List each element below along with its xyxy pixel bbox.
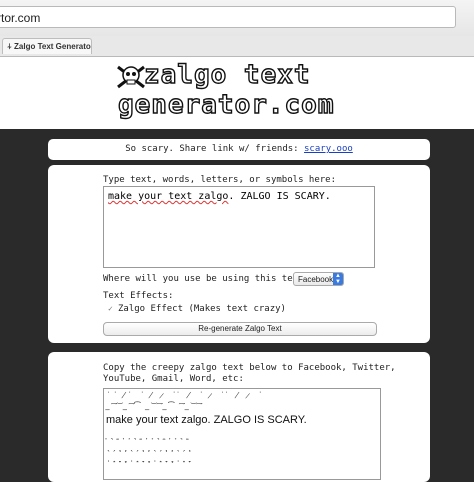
tab-zalgo-generator[interactable]: ⍭ Zalgo Text Generator bbox=[2, 38, 92, 54]
chevron-updown-icon: ▲ ▼ bbox=[333, 273, 343, 285]
zalgo-noise-bot1: ͙ ͉ ͚ ͎ ͙ ͉ ͚ ͎ ͙ ͉ ͚ ͎ ͙ ͉ ͚ bbox=[106, 431, 189, 440]
skull-crossbones-icon bbox=[117, 65, 145, 89]
share-text: So scary. Share link w/ friends: bbox=[125, 144, 305, 154]
zalgo-effect-checkbox[interactable]: ✓ bbox=[108, 304, 116, 313]
output-panel: Copy the creepy zalgo text below to Face… bbox=[48, 352, 430, 482]
input-value-rest: . ZALGO IS SCARY. bbox=[228, 191, 331, 202]
regenerate-button[interactable]: Re-generate Zalgo Text bbox=[103, 322, 377, 336]
logo-text-line1: zalgo text bbox=[143, 59, 311, 90]
tab-icon: ⍭ bbox=[7, 42, 12, 51]
input-panel: Type text, words, letters, or symbols he… bbox=[48, 165, 430, 343]
address-bar[interactable]: rtor.com bbox=[0, 6, 456, 28]
copy-label-line2: YouTube, Gmail, Word, etc: bbox=[103, 374, 244, 384]
zalgo-noise-top2: ͟ ͠ ͝ ͟ ͠ ͡ ͟ ͝ ͠ ͟ ͡ ͠ ͟ ͝ ͠ bbox=[106, 402, 198, 411]
input-value-underlined: make your text zalgo bbox=[108, 191, 229, 202]
copy-label-line1: Copy the creepy zalgo text below to Face… bbox=[103, 363, 396, 373]
tab-bar: ⍭ Zalgo Text Generator bbox=[0, 36, 474, 57]
zalgo-noise-top1: ˙͘ ̸˙ ͘ ̸ ̷ ͘˙ ̸ ͘ ̷ ͘˙ ̸ ̷ ͘ bbox=[106, 391, 262, 400]
input-prompt-label: Type text, words, letters, or symbols he… bbox=[103, 175, 336, 185]
site-logo[interactable]: zalgo text generator.com bbox=[112, 59, 362, 126]
usage-select[interactable]: Facebook ▲ ▼ bbox=[293, 272, 344, 286]
text-input[interactable]: make your text zalgo. ZALGO IS SCARY. bbox=[103, 186, 375, 268]
browser-toolbar: rtor.com bbox=[0, 0, 474, 37]
zalgo-noise-bot3: ̜ ̝ ̞ ̟ ̜ ̝ ̞ ̟ ̜ ̝ ̞ ̟ ̜ ̝ ̞ bbox=[106, 453, 189, 462]
tab-title: Zalgo Text Generator bbox=[14, 42, 92, 51]
usage-label: Where will you use be using this text? bbox=[103, 274, 309, 284]
usage-selected-value: Facebook bbox=[298, 275, 334, 284]
zalgo-output-box[interactable]: ˙͘ ̸˙ ͘ ̸ ̷ ͘˙ ̸ ͘ ̷ ͘˙ ̸ ̷ ͘ ͟ ͠ ͝ ͟ ͠ … bbox=[103, 388, 381, 480]
share-banner: So scary. Share link w/ friends: scary.o… bbox=[48, 139, 430, 160]
zalgo-noise-bot2: ̖ ̗ ̘ ̙ ̖ ̗ ̘ ̙ ̖ ̗ ̘ ̙ ̖ ̗ ̘ bbox=[106, 442, 189, 451]
logo-text-line2: generator.com bbox=[117, 89, 335, 120]
share-link[interactable]: scary.ooo bbox=[304, 144, 353, 154]
effects-label: Text Effects: bbox=[103, 291, 174, 301]
zalgo-output-text: make your text zalgo. ZALGO IS SCARY. bbox=[106, 414, 307, 426]
zalgo-effect-label: Zalgo Effect (Makes text crazy) bbox=[118, 304, 286, 314]
site-header: zalgo text generator.com bbox=[0, 57, 474, 129]
